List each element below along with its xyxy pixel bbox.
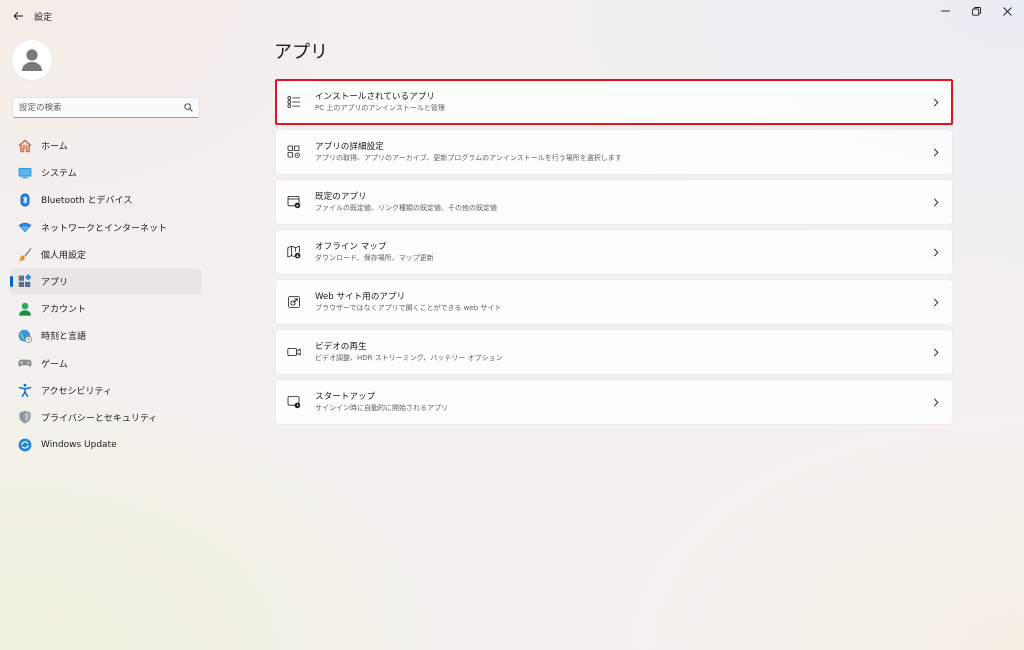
card-text: オフライン マップ ダウンロード、保存場所、マップ更新 [315, 241, 434, 264]
windows-update-icon [18, 438, 32, 452]
back-arrow-icon [12, 11, 23, 21]
card-title: スタートアップ [315, 392, 376, 402]
gamepad-icon [18, 356, 32, 370]
chevron-right-icon [932, 397, 940, 407]
minimize-icon [940, 10, 950, 12]
sidebar-item-privacy-security[interactable]: プライバシーとセキュリティ [10, 405, 202, 430]
chevron-right-icon [932, 97, 940, 107]
card-text: インストールされているアプリ PC 上のアプリのアンインストールと管理 [315, 91, 445, 114]
card-title: 既定のアプリ [315, 192, 367, 202]
installed-apps-card[interactable]: インストールされているアプリ PC 上のアプリのアンインストールと管理 [275, 79, 953, 125]
card-subtitle: ファイルの既定値、リンク種類の既定値、その他の既定値 [315, 204, 497, 212]
close-icon [1002, 6, 1012, 16]
advanced-app-settings-card[interactable]: アプリの詳細設定 アプリの取得、アプリのアーカイブ、更新プログラムのアンインスト… [275, 129, 953, 175]
offline-map-icon [287, 245, 301, 259]
card-title: インストールされているアプリ [315, 92, 435, 102]
sidebar-item-personalization[interactable]: 個人用設定 [10, 242, 202, 267]
video-playback-card[interactable]: ビデオの再生 ビデオ調整、HDR ストリーミング、バッテリー オプション [275, 329, 953, 375]
card-title: Web サイト用のアプリ [315, 292, 406, 302]
sidebar-item-label: アプリ [41, 277, 69, 288]
sidebar-item-system[interactable]: システム [10, 160, 202, 185]
sidebar-item-home[interactable]: ホーム [10, 133, 202, 158]
card-subtitle: ブラウザーではなくアプリで開くことができる web サイト [315, 304, 502, 312]
title-bar: 設定 [0, 0, 1024, 32]
sidebar-item-time-language[interactable]: 時刻と言語 [10, 323, 202, 348]
startup-icon [287, 395, 301, 409]
chevron-right-icon [932, 197, 940, 207]
card-text: スタートアップ サインイン時に自動的に開始されるアプリ [315, 391, 448, 414]
back-button[interactable] [8, 6, 28, 26]
search-input[interactable] [19, 102, 183, 113]
sidebar-item-accessibility[interactable]: アクセシビリティ [10, 378, 202, 403]
sidebar-item-label: システム [41, 169, 77, 180]
chevron-right-icon [932, 247, 940, 257]
chevron-right-icon [932, 347, 940, 357]
video-camera-icon [287, 345, 301, 359]
sidebar-item-label: Bluetooth とデバイス [41, 196, 133, 207]
paintbrush-icon [18, 247, 32, 261]
sidebar-item-accounts[interactable]: アカウント [10, 296, 202, 321]
sidebar-item-gaming[interactable]: ゲーム [10, 351, 202, 376]
sidebar-item-apps[interactable]: アプリ [10, 268, 202, 294]
card-text: Web サイト用のアプリ ブラウザーではなくアプリで開くことができる web サ… [315, 291, 501, 314]
sidebar-item-bluetooth[interactable]: Bluetooth とデバイス [10, 187, 202, 212]
card-subtitle: ビデオ調整、HDR ストリーミング、バッテリー オプション [315, 354, 503, 362]
card-text: ビデオの再生 ビデオ調整、HDR ストリーミング、バッテリー オプション [315, 341, 502, 364]
person-icon [22, 49, 42, 71]
search-icon[interactable] [183, 103, 193, 113]
page-title: アプリ [274, 42, 328, 63]
sidebar-item-windows-update[interactable]: Windows Update [10, 432, 202, 457]
default-apps-icon [287, 195, 301, 209]
restore-icon [971, 6, 981, 16]
app-title: 設定 [34, 13, 53, 23]
chevron-right-icon [932, 297, 940, 307]
card-title: アプリの詳細設定 [315, 142, 384, 152]
chevron-right-icon [932, 147, 940, 157]
settings-search[interactable] [12, 97, 200, 118]
home-icon [18, 139, 32, 153]
shield-icon [18, 410, 32, 424]
apps-for-websites-icon [287, 295, 301, 309]
apps-for-websites-card[interactable]: Web サイト用のアプリ ブラウザーではなくアプリで開くことができる web サ… [275, 279, 953, 325]
default-apps-card[interactable]: 既定のアプリ ファイルの既定値、リンク種類の既定値、その他の既定値 [275, 179, 953, 225]
startup-apps-card[interactable]: スタートアップ サインイン時に自動的に開始されるアプリ [275, 379, 953, 425]
wifi-icon [18, 220, 32, 234]
card-subtitle: アプリの取得、アプリのアーカイブ、更新プログラムのアンインストールを行う場所を選… [315, 154, 622, 162]
user-avatar[interactable] [12, 40, 52, 80]
sidebar-nav: ホーム システム Bluetooth とデバイス ネットワークとインターネット … [10, 133, 202, 459]
card-title: ビデオの再生 [315, 342, 367, 352]
advanced-app-settings-icon [287, 145, 301, 159]
installed-apps-list-icon [287, 95, 301, 109]
sidebar-item-label: ネットワークとインターネット [41, 223, 168, 234]
sidebar-item-label: Windows Update [41, 439, 117, 450]
apps-icon [18, 274, 32, 288]
card-subtitle: サインイン時に自動的に開始されるアプリ [315, 404, 448, 412]
card-subtitle: PC 上のアプリのアンインストールと管理 [315, 104, 445, 112]
sidebar-item-label: プライバシーとセキュリティ [41, 413, 158, 424]
card-text: アプリの詳細設定 アプリの取得、アプリのアーカイブ、更新プログラムのアンインスト… [315, 141, 622, 164]
sidebar-item-label: アカウント [41, 305, 87, 316]
sidebar-item-label: 時刻と言語 [41, 332, 87, 343]
accessibility-icon [18, 383, 32, 398]
restore-button[interactable] [965, 4, 987, 18]
sidebar-item-label: ゲーム [41, 359, 68, 370]
system-monitor-icon [18, 166, 32, 180]
settings-card-list: インストールされているアプリ PC 上のアプリのアンインストールと管理 アプリの… [275, 79, 953, 429]
card-text: 既定のアプリ ファイルの既定値、リンク種類の既定値、その他の既定値 [315, 191, 497, 214]
bluetooth-icon [18, 193, 32, 207]
card-subtitle: ダウンロード、保存場所、マップ更新 [315, 254, 434, 262]
globe-clock-icon [18, 329, 32, 343]
sidebar-item-network[interactable]: ネットワークとインターネット [10, 215, 202, 240]
sidebar-item-label: 個人用設定 [41, 250, 87, 261]
sidebar-item-label: アクセシビリティ [41, 386, 113, 397]
card-title: オフライン マップ [315, 242, 387, 252]
offline-maps-card[interactable]: オフライン マップ ダウンロード、保存場所、マップ更新 [275, 229, 953, 275]
account-icon [18, 302, 32, 316]
close-button[interactable] [996, 4, 1018, 18]
sidebar-item-label: ホーム [41, 142, 68, 152]
minimize-button[interactable] [934, 4, 956, 18]
